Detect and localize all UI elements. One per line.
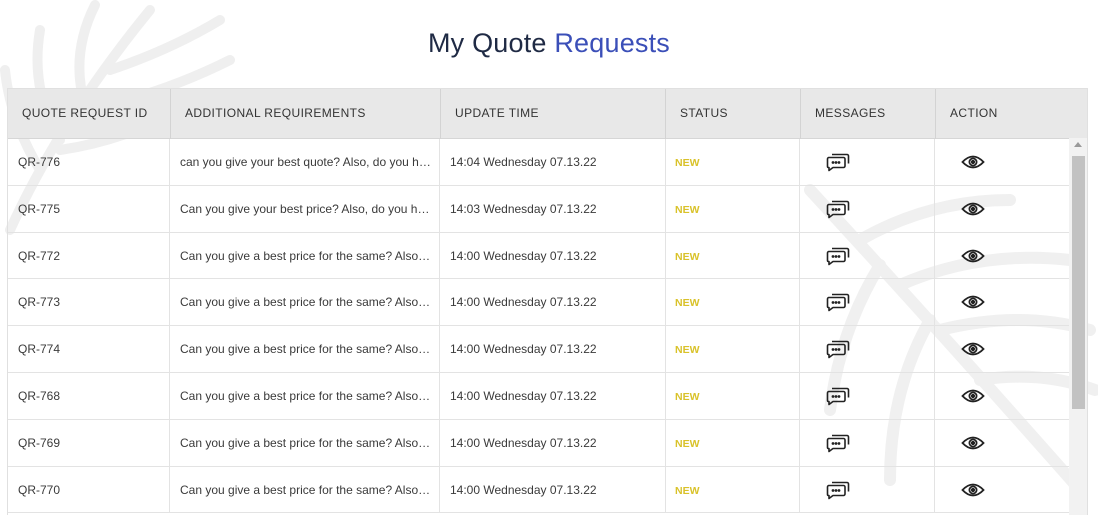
scroll-up-arrow-icon[interactable] xyxy=(1074,142,1082,147)
column-header-update-time[interactable]: UPDATE TIME xyxy=(441,89,666,139)
action-cell xyxy=(935,233,1070,279)
action-cell xyxy=(935,186,1070,232)
update-time: 14:00 Wednesday 07.13.22 xyxy=(440,419,666,466)
messages-cell xyxy=(800,372,935,419)
chat-icon[interactable] xyxy=(825,337,851,361)
status-label: NEW xyxy=(675,157,700,169)
status-label: NEW xyxy=(675,250,700,263)
eye-icon[interactable] xyxy=(960,384,986,408)
eye-icon[interactable] xyxy=(960,337,986,361)
messages-cell xyxy=(800,139,935,185)
quote-request-id: QR-772 xyxy=(8,232,170,279)
additional-requirements: Can you give a best price for the same? … xyxy=(170,326,440,373)
chat-icon[interactable] xyxy=(825,431,851,455)
update-time: 14:00 Wednesday 07.13.22 xyxy=(440,372,666,419)
column-header-requirements[interactable]: ADDITIONAL REQUIREMENTS xyxy=(171,89,441,139)
action-cell xyxy=(935,139,1070,185)
additional-requirements: Can you give a best price for the same? … xyxy=(170,372,440,419)
status-badge: NEW xyxy=(666,326,800,373)
table-row: QR-774 Can you give a best price for the… xyxy=(8,326,1070,373)
quote-request-id: QR-770 xyxy=(8,466,170,513)
page-title: My Quote Requests xyxy=(0,28,1098,59)
additional-requirements: Can you give a best price for the same? … xyxy=(170,419,440,466)
quote-request-id: QR-769 xyxy=(8,419,170,466)
status-badge: NEW xyxy=(666,185,800,232)
status-label: NEW xyxy=(675,484,700,497)
status-badge: NEW xyxy=(666,372,800,419)
eye-icon[interactable] xyxy=(960,478,986,502)
column-header-action[interactable]: ACTION xyxy=(936,89,1071,139)
status-badge: NEW xyxy=(666,419,800,466)
table-header: QUOTE REQUEST ID ADDITIONAL REQUIREMENTS… xyxy=(8,89,1087,139)
status-label: NEW xyxy=(675,390,700,403)
status-label: NEW xyxy=(675,344,700,357)
quote-request-id: QR-774 xyxy=(8,326,170,373)
eye-icon[interactable] xyxy=(960,150,986,174)
status-badge: NEW xyxy=(666,232,800,279)
update-time: 14:00 Wednesday 07.13.22 xyxy=(440,326,666,373)
table-row: QR-769 Can you give a best price for the… xyxy=(8,419,1070,467)
update-time: 14:00 Wednesday 07.13.22 xyxy=(440,466,666,513)
page-title-accent: Requests xyxy=(554,28,671,58)
chat-icon[interactable] xyxy=(825,290,851,314)
messages-cell xyxy=(800,279,935,326)
table-row: QR-775 Can you give your best price? Als… xyxy=(8,185,1070,233)
column-header-status[interactable]: STATUS xyxy=(666,89,801,139)
table-scrollbar[interactable] xyxy=(1069,138,1087,515)
page-title-main: My Quote xyxy=(427,28,547,58)
update-time: 14:03 Wednesday 07.13.22 xyxy=(440,185,666,232)
eye-icon[interactable] xyxy=(960,197,986,221)
table-row: QR-773 Can you give a best price for the… xyxy=(8,279,1070,327)
update-time: 14:00 Wednesday 07.13.22 xyxy=(440,279,666,326)
messages-cell xyxy=(800,419,935,466)
additional-requirements: Can you give a best price for the same? … xyxy=(170,466,440,513)
update-time: 14:04 Wednesday 07.13.22 xyxy=(440,139,666,185)
table-row: QR-768 Can you give a best price for the… xyxy=(8,372,1070,420)
chat-icon[interactable] xyxy=(825,197,851,221)
additional-requirements: Can you give a best price for the same? … xyxy=(170,232,440,279)
messages-cell xyxy=(800,466,935,513)
action-cell xyxy=(935,326,1070,372)
table-row: QR-772 Can you give a best price for the… xyxy=(8,232,1070,280)
scrollbar-thumb[interactable] xyxy=(1072,156,1085,409)
chat-icon[interactable] xyxy=(825,384,851,408)
table-body: QR-776 can you give your best quote? Als… xyxy=(8,139,1070,514)
eye-icon[interactable] xyxy=(960,244,986,268)
action-cell xyxy=(935,279,1070,325)
status-badge: NEW xyxy=(666,139,800,185)
status-label: NEW xyxy=(675,297,700,310)
status-badge: NEW xyxy=(666,466,800,513)
status-label: NEW xyxy=(675,437,700,450)
status-label: NEW xyxy=(675,203,700,216)
additional-requirements: Can you give a best price for the same? … xyxy=(170,279,440,326)
status-badge: NEW xyxy=(666,279,800,326)
quote-request-id: QR-773 xyxy=(8,279,170,326)
eye-icon[interactable] xyxy=(960,290,986,314)
quote-requests-table: QUOTE REQUEST ID ADDITIONAL REQUIREMENTS… xyxy=(7,88,1088,515)
messages-cell xyxy=(800,185,935,232)
column-header-messages[interactable]: MESSAGES xyxy=(801,89,936,139)
messages-cell xyxy=(800,326,935,373)
action-cell xyxy=(935,467,1070,513)
quote-request-id: QR-775 xyxy=(8,185,170,232)
quote-request-id: QR-776 xyxy=(8,139,170,185)
chat-icon[interactable] xyxy=(825,244,851,268)
action-cell xyxy=(935,420,1070,466)
table-row: QR-770 Can you give a best price for the… xyxy=(8,466,1070,514)
table-row: QR-776 can you give your best quote? Als… xyxy=(8,139,1070,186)
messages-cell xyxy=(800,232,935,279)
quote-request-id: QR-768 xyxy=(8,372,170,419)
action-cell xyxy=(935,373,1070,419)
update-time: 14:00 Wednesday 07.13.22 xyxy=(440,232,666,279)
chat-icon[interactable] xyxy=(825,478,851,502)
additional-requirements: can you give your best quote? Also, do y… xyxy=(170,139,440,185)
column-header-id[interactable]: QUOTE REQUEST ID xyxy=(8,89,171,139)
chat-icon[interactable] xyxy=(825,150,851,174)
additional-requirements: Can you give your best price? Also, do y… xyxy=(170,185,440,232)
eye-icon[interactable] xyxy=(960,431,986,455)
